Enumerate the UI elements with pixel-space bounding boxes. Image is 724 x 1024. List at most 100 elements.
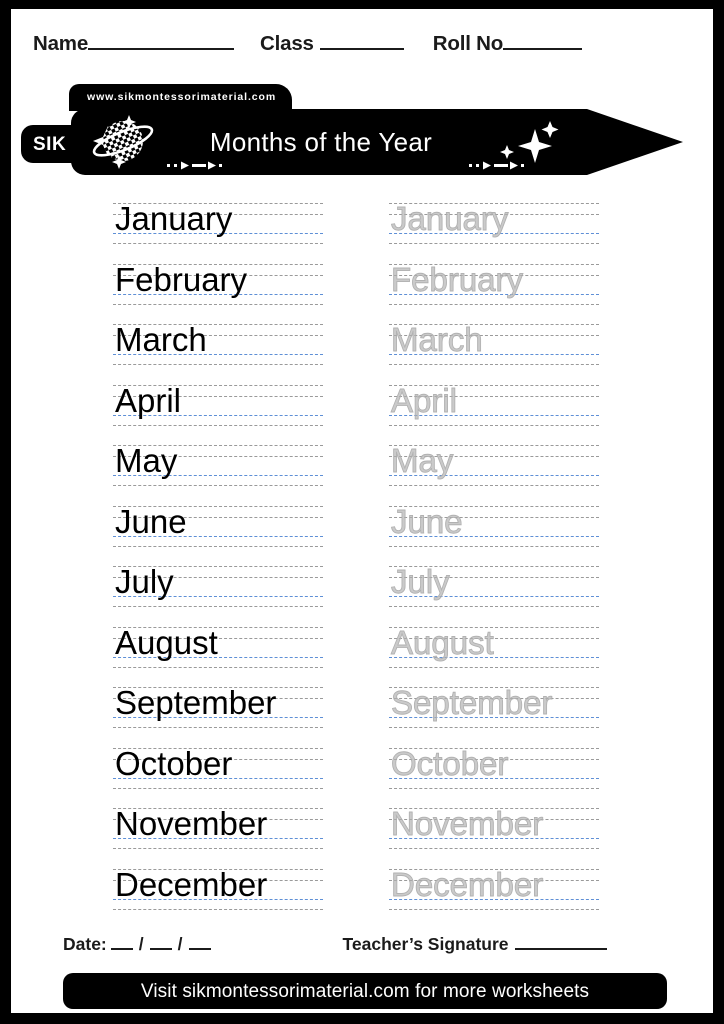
dashed-guide-line bbox=[389, 424, 599, 426]
date-day-line[interactable] bbox=[110, 934, 133, 950]
model-word-cell[interactable]: February bbox=[113, 261, 323, 305]
trace-word-cell[interactable]: March bbox=[389, 321, 599, 365]
trace-word-cell[interactable]: January bbox=[389, 200, 599, 244]
model-word: June bbox=[115, 502, 187, 540]
model-word-cell[interactable]: March bbox=[113, 321, 323, 365]
dashed-guide-line bbox=[113, 303, 323, 305]
trace-word: July bbox=[391, 563, 451, 601]
model-word-cell[interactable]: April bbox=[113, 382, 323, 426]
student-info-row: Name Class Roll No bbox=[11, 31, 713, 65]
model-word: September bbox=[115, 684, 277, 721]
dashed-guide-line bbox=[113, 424, 323, 426]
trace-word: June bbox=[391, 502, 463, 540]
trace-word-cell[interactable]: November bbox=[389, 805, 599, 849]
model-word: July bbox=[115, 563, 174, 600]
date-separator-1: / bbox=[138, 934, 144, 954]
dashed-guide-line bbox=[113, 727, 323, 728]
class-input-line[interactable] bbox=[319, 31, 404, 50]
trace-word: April bbox=[391, 381, 458, 419]
dashed-guide-line bbox=[113, 485, 323, 486]
model-word: April bbox=[115, 381, 182, 419]
tracing-row: August August bbox=[11, 619, 713, 680]
model-word-cell[interactable]: July bbox=[113, 563, 323, 607]
website-url-tab: www.sikmontessorimaterial.com bbox=[69, 84, 293, 111]
model-word-cell[interactable]: October bbox=[113, 745, 323, 789]
trace-word: September bbox=[391, 684, 553, 722]
dashed-guide-line bbox=[389, 727, 599, 728]
model-word-cell[interactable]: January bbox=[113, 200, 323, 244]
name-label: Name bbox=[33, 32, 89, 55]
model-word-cell[interactable]: June bbox=[113, 503, 323, 547]
class-label: Class bbox=[260, 32, 314, 55]
tracing-row: June June bbox=[11, 498, 713, 559]
trace-word-cell[interactable]: August bbox=[389, 623, 599, 668]
promo-banner[interactable]: Visit sikmontessorimaterial.com for more… bbox=[63, 973, 667, 1009]
model-word: March bbox=[115, 321, 207, 358]
dashed-guide-line bbox=[113, 908, 323, 910]
model-word: January bbox=[115, 200, 233, 237]
model-word: February bbox=[115, 260, 248, 298]
trace-word: January bbox=[391, 200, 509, 238]
trace-word-cell[interactable]: September bbox=[389, 684, 599, 728]
model-word: December bbox=[115, 865, 268, 903]
dashed-guide-line bbox=[389, 666, 599, 668]
dashed-guide-line bbox=[113, 666, 323, 668]
model-word: August bbox=[115, 623, 218, 661]
roll-no-label: Roll No bbox=[432, 32, 504, 55]
dashed-guide-line bbox=[389, 243, 599, 244]
model-word-cell[interactable]: May bbox=[113, 442, 323, 486]
date-month-line[interactable] bbox=[149, 934, 172, 950]
teacher-signature-label: Teacher’s Signature bbox=[342, 934, 509, 954]
worksheet-page: Name Class Roll No www.sikmontessorimate… bbox=[0, 0, 724, 1024]
model-word-cell[interactable]: September bbox=[113, 684, 323, 728]
dashed-guide-line bbox=[389, 303, 599, 305]
website-url-text: www.sikmontessorimaterial.com bbox=[87, 91, 277, 104]
dashed-guide-line bbox=[113, 848, 323, 849]
trace-word-cell[interactable]: June bbox=[389, 502, 599, 547]
tracing-row: May May bbox=[11, 437, 713, 498]
trace-word-cell[interactable]: October bbox=[389, 744, 599, 789]
trace-word: December bbox=[391, 865, 544, 903]
dashed-guide-line bbox=[389, 485, 599, 486]
dashed-guide-line bbox=[389, 787, 599, 789]
tracing-row: April April bbox=[11, 377, 713, 438]
dashed-guide-line bbox=[389, 848, 599, 849]
trace-word: May bbox=[391, 442, 454, 480]
dashed-guide-line bbox=[389, 908, 599, 910]
trace-word-cell[interactable]: February bbox=[389, 260, 599, 305]
worksheet-sheet: Name Class Roll No www.sikmontessorimate… bbox=[11, 9, 713, 1013]
promo-text: Visit sikmontessorimaterial.com for more… bbox=[140, 980, 590, 1002]
trace-word: February bbox=[391, 260, 524, 298]
model-word-cell[interactable]: August bbox=[113, 624, 323, 668]
tracing-row: March March bbox=[11, 316, 713, 377]
banner-arrow-shape bbox=[71, 109, 683, 175]
tracing-row: September September bbox=[11, 679, 713, 740]
dashed-guide-line bbox=[113, 606, 323, 607]
trace-word-cell[interactable]: May bbox=[389, 442, 599, 486]
date-year-line[interactable] bbox=[188, 934, 211, 950]
roll-no-input-line[interactable] bbox=[503, 31, 583, 50]
model-word: May bbox=[115, 442, 178, 479]
trace-word-cell[interactable]: December bbox=[389, 865, 599, 910]
tracing-row: January January bbox=[11, 195, 713, 256]
dashed-guide-line bbox=[113, 545, 323, 547]
dashed-guide-line bbox=[389, 606, 599, 607]
tracing-row: November November bbox=[11, 800, 713, 861]
tracing-row: October October bbox=[11, 740, 713, 801]
tracing-row: July July bbox=[11, 558, 713, 619]
brand-tab-label: SIK bbox=[33, 133, 67, 155]
trace-word-cell[interactable]: July bbox=[389, 563, 599, 607]
dashed-guide-line bbox=[389, 364, 599, 365]
dashed-guide-line bbox=[113, 787, 323, 789]
tracing-row: December December bbox=[11, 861, 713, 922]
trace-word: October bbox=[391, 744, 509, 782]
model-word-cell[interactable]: November bbox=[113, 805, 323, 849]
trace-word: November bbox=[391, 805, 544, 843]
dashed-guide-line bbox=[113, 243, 323, 244]
trace-word-cell[interactable]: April bbox=[389, 381, 599, 426]
date-separator-2: / bbox=[177, 934, 183, 954]
name-input-line[interactable] bbox=[88, 31, 235, 50]
model-word-cell[interactable]: December bbox=[113, 866, 323, 910]
teacher-signature-line[interactable] bbox=[514, 934, 607, 950]
dashed-guide-line bbox=[389, 545, 599, 547]
